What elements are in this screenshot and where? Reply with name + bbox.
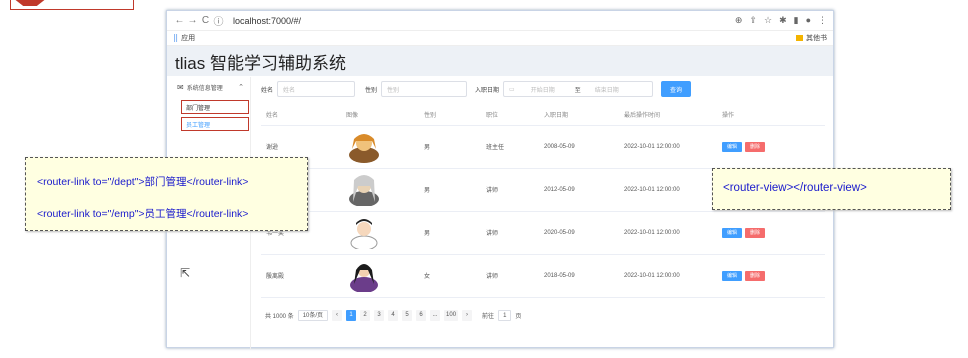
router-link-note: <router-link to="/dept">部门管理</router-lin…	[25, 157, 308, 231]
page-100[interactable]: 100	[444, 309, 459, 321]
page-2[interactable]: 2	[360, 309, 371, 321]
main-content: 姓名 姓名 性别 性别 入职日期 ▭ 开始日期 至 结束日期 查询 姓名 图像 …	[257, 77, 829, 349]
table-row: 殷离殿 女 讲师 2018-05-09 2022-10-01 12:00:00 …	[261, 254, 825, 298]
page-1[interactable]: 1	[346, 309, 357, 321]
table-row: 韦一笑 男 讲师 2020-05-09 2022-10-01 12:00:00 …	[261, 211, 825, 255]
page-size-select[interactable]: 10条/页	[297, 309, 329, 321]
mouse-cursor-icon: ⇱	[180, 266, 191, 280]
query-button[interactable]: 查询	[661, 81, 692, 97]
star-icon[interactable]: ☆	[764, 15, 772, 26]
back-icon[interactable]: ←	[173, 15, 186, 26]
router-link-emp: <router-link to="/emp">员工管理</router-link…	[37, 208, 249, 220]
router-view-text: <router-view></router-view>	[723, 182, 867, 194]
app-title: tlias 智能学习辅助系统	[167, 46, 833, 76]
chevron-up-icon: ⌃	[238, 84, 244, 91]
red-callout-shape	[10, 0, 134, 10]
zoom-icon[interactable]: ⊕	[735, 15, 743, 26]
sidebar-item-emp[interactable]: 员工管理	[181, 117, 249, 131]
extension-icon[interactable]: ✱	[779, 15, 787, 26]
page-5[interactable]: 5	[402, 309, 413, 321]
bookmarks-bar: ⣿ 应用 其他书	[167, 31, 833, 46]
address-bar: ← → C ⓘ localhost:7000/#/ ⊕ ⇪ ☆ ✱ ▮ ● ⋮	[167, 11, 833, 31]
reload-icon[interactable]: C	[199, 15, 212, 26]
menu-icon[interactable]: ⋮	[818, 15, 827, 26]
filter-bar: 姓名 姓名 性别 性别 入职日期 ▭ 开始日期 至 结束日期 查询	[257, 77, 829, 101]
forward-icon[interactable]: →	[186, 15, 199, 26]
pagination: 共 1000 条 10条/页 ‹ 1 2 3 4 5 6 ... 100 › 前…	[265, 309, 522, 321]
avatar-image	[349, 133, 379, 163]
next-page-icon[interactable]: ›	[462, 309, 473, 321]
sidebar-item-dept[interactable]: 部门管理	[181, 100, 249, 114]
page-4[interactable]: 4	[388, 309, 399, 321]
page-6[interactable]: 6	[416, 309, 427, 321]
apps-label[interactable]: 应用	[181, 33, 195, 43]
avatar-image	[349, 174, 379, 207]
info-icon: ⓘ	[213, 17, 224, 28]
profile-icon[interactable]: ●	[806, 15, 811, 26]
page-3[interactable]: 3	[374, 309, 385, 321]
sidepanel-icon[interactable]: ▮	[794, 15, 799, 26]
url-text[interactable]: localhost:7000/#/	[233, 16, 301, 26]
delete-button[interactable]: 删除	[745, 270, 765, 281]
delete-button[interactable]: 删除	[745, 141, 765, 152]
router-view-note: <router-view></router-view>	[712, 168, 951, 210]
date-range-picker[interactable]: ▭ 开始日期 至 结束日期	[503, 81, 654, 97]
edit-button[interactable]: 编辑	[722, 227, 742, 238]
total-count: 共 1000 条	[265, 313, 294, 320]
router-link-dept: <router-link to="/dept">部门管理</router-lin…	[37, 176, 249, 188]
mail-icon: ✉	[177, 82, 184, 92]
gender-select[interactable]: 性别	[381, 81, 468, 97]
share-icon[interactable]: ⇪	[749, 15, 757, 26]
table-header: 姓名 图像 性别 职位 入职日期 最后操作时间 操作	[261, 105, 825, 126]
goto-input[interactable]: 1	[498, 309, 512, 321]
sidebar-group[interactable]: ✉ 系统信息管理 ⌃	[167, 77, 250, 97]
name-input[interactable]: 姓名	[277, 81, 356, 97]
apps-grid-icon[interactable]: ⣿	[173, 34, 178, 42]
calendar-icon: ▭	[509, 86, 515, 93]
delete-button[interactable]: 删除	[745, 227, 765, 238]
edit-button[interactable]: 编辑	[722, 141, 742, 152]
avatar-image	[350, 263, 378, 293]
other-bookmarks[interactable]: 其他书	[806, 33, 827, 43]
avatar-image	[350, 218, 378, 250]
prev-page-icon[interactable]: ‹	[332, 309, 343, 321]
folder-icon	[796, 35, 803, 41]
edit-button[interactable]: 编辑	[722, 270, 742, 281]
table-row: 谢逊 男 班主任 2008-05-09 2022-10-01 12:00:00 …	[261, 125, 825, 169]
page-ellipsis[interactable]: ...	[430, 309, 441, 321]
